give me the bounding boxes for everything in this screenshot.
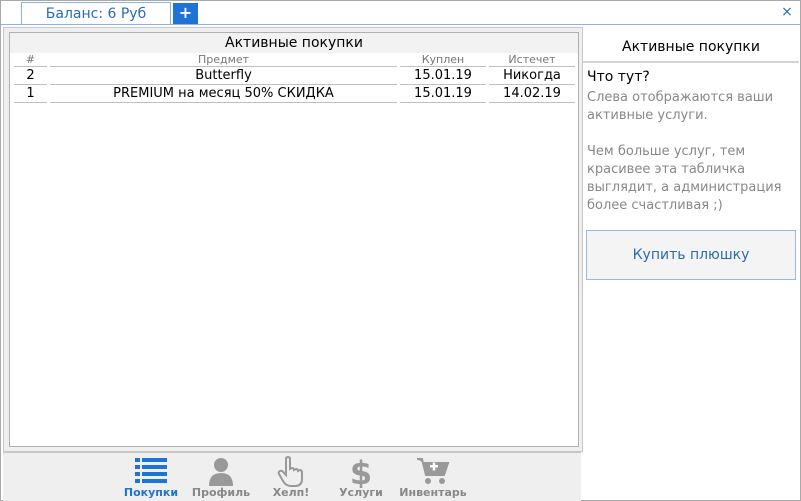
buy-button[interactable]: Купить плюшку xyxy=(586,230,796,280)
nav-services[interactable]: $ Услуги xyxy=(331,453,391,501)
user-icon xyxy=(209,458,233,486)
table-title: Активные покупки xyxy=(10,33,578,53)
add-tab-button[interactable]: + xyxy=(173,3,198,24)
list-icon xyxy=(135,458,167,483)
sidebar-title: Активные покупки xyxy=(622,39,760,55)
table-cell-purchased: 15.01.19 xyxy=(400,85,486,103)
table-cell-number: 2 xyxy=(14,67,47,85)
sidebar-question: Что тут? xyxy=(587,69,650,85)
tab-divider xyxy=(1,24,800,25)
column-header-number: # xyxy=(14,53,47,67)
nav-profile[interactable]: Профиль xyxy=(191,453,251,501)
nav-label: Покупки xyxy=(123,486,179,499)
nav-inventory[interactable]: Инвентарь xyxy=(397,453,469,501)
table-cell-purchased: 15.01.19 xyxy=(400,67,486,85)
cart-plus-icon xyxy=(417,458,450,484)
column-header-purchased: Куплен xyxy=(400,53,486,67)
purchases-panel: Активные покупки # Предмет Куплен Истече… xyxy=(3,27,583,452)
svg-text:$: $ xyxy=(350,456,372,488)
app-window: Баланс: 6 Руб + × Активные покупки # Пре… xyxy=(0,0,801,501)
table-cell-expires: 14.02.19 xyxy=(489,85,575,103)
column-header-expires: Истечет xyxy=(489,53,575,67)
tab-balance[interactable]: Баланс: 6 Руб xyxy=(21,2,171,25)
nav-label: Профиль xyxy=(191,486,251,499)
tab-bar: Баланс: 6 Руб + × xyxy=(1,1,800,25)
purchases-table: Активные покупки # Предмет Куплен Истече… xyxy=(9,32,579,447)
nav-label: Инвентарь xyxy=(399,486,467,499)
sidebar-divider xyxy=(583,61,799,63)
close-icon[interactable]: × xyxy=(779,4,795,20)
table-cell-item: PREMIUM на месяц 50% СКИДКА xyxy=(50,85,397,103)
info-sidebar: Активные покупки Что тут? Слева отобража… xyxy=(583,27,799,500)
nav-label: Услуги xyxy=(339,486,383,499)
sidebar-description: Слева отображаются ваши активные услуги.… xyxy=(587,90,782,213)
nav-help[interactable]: Хелп! xyxy=(261,453,321,501)
column-header-item: Предмет xyxy=(50,53,397,67)
nav-purchases[interactable]: Покупки xyxy=(121,453,181,501)
hand-pointer-icon xyxy=(277,456,303,487)
bottom-nav: Покупки Профиль Хелп! $ Услуги Инвентарь xyxy=(3,452,581,501)
dollar-icon: $ xyxy=(350,456,372,488)
table-cell-number: 1 xyxy=(14,85,47,103)
table-cell-expires: Никогда xyxy=(489,67,575,85)
table-cell-item: Butterfly xyxy=(50,67,397,85)
nav-label: Хелп! xyxy=(272,486,310,499)
